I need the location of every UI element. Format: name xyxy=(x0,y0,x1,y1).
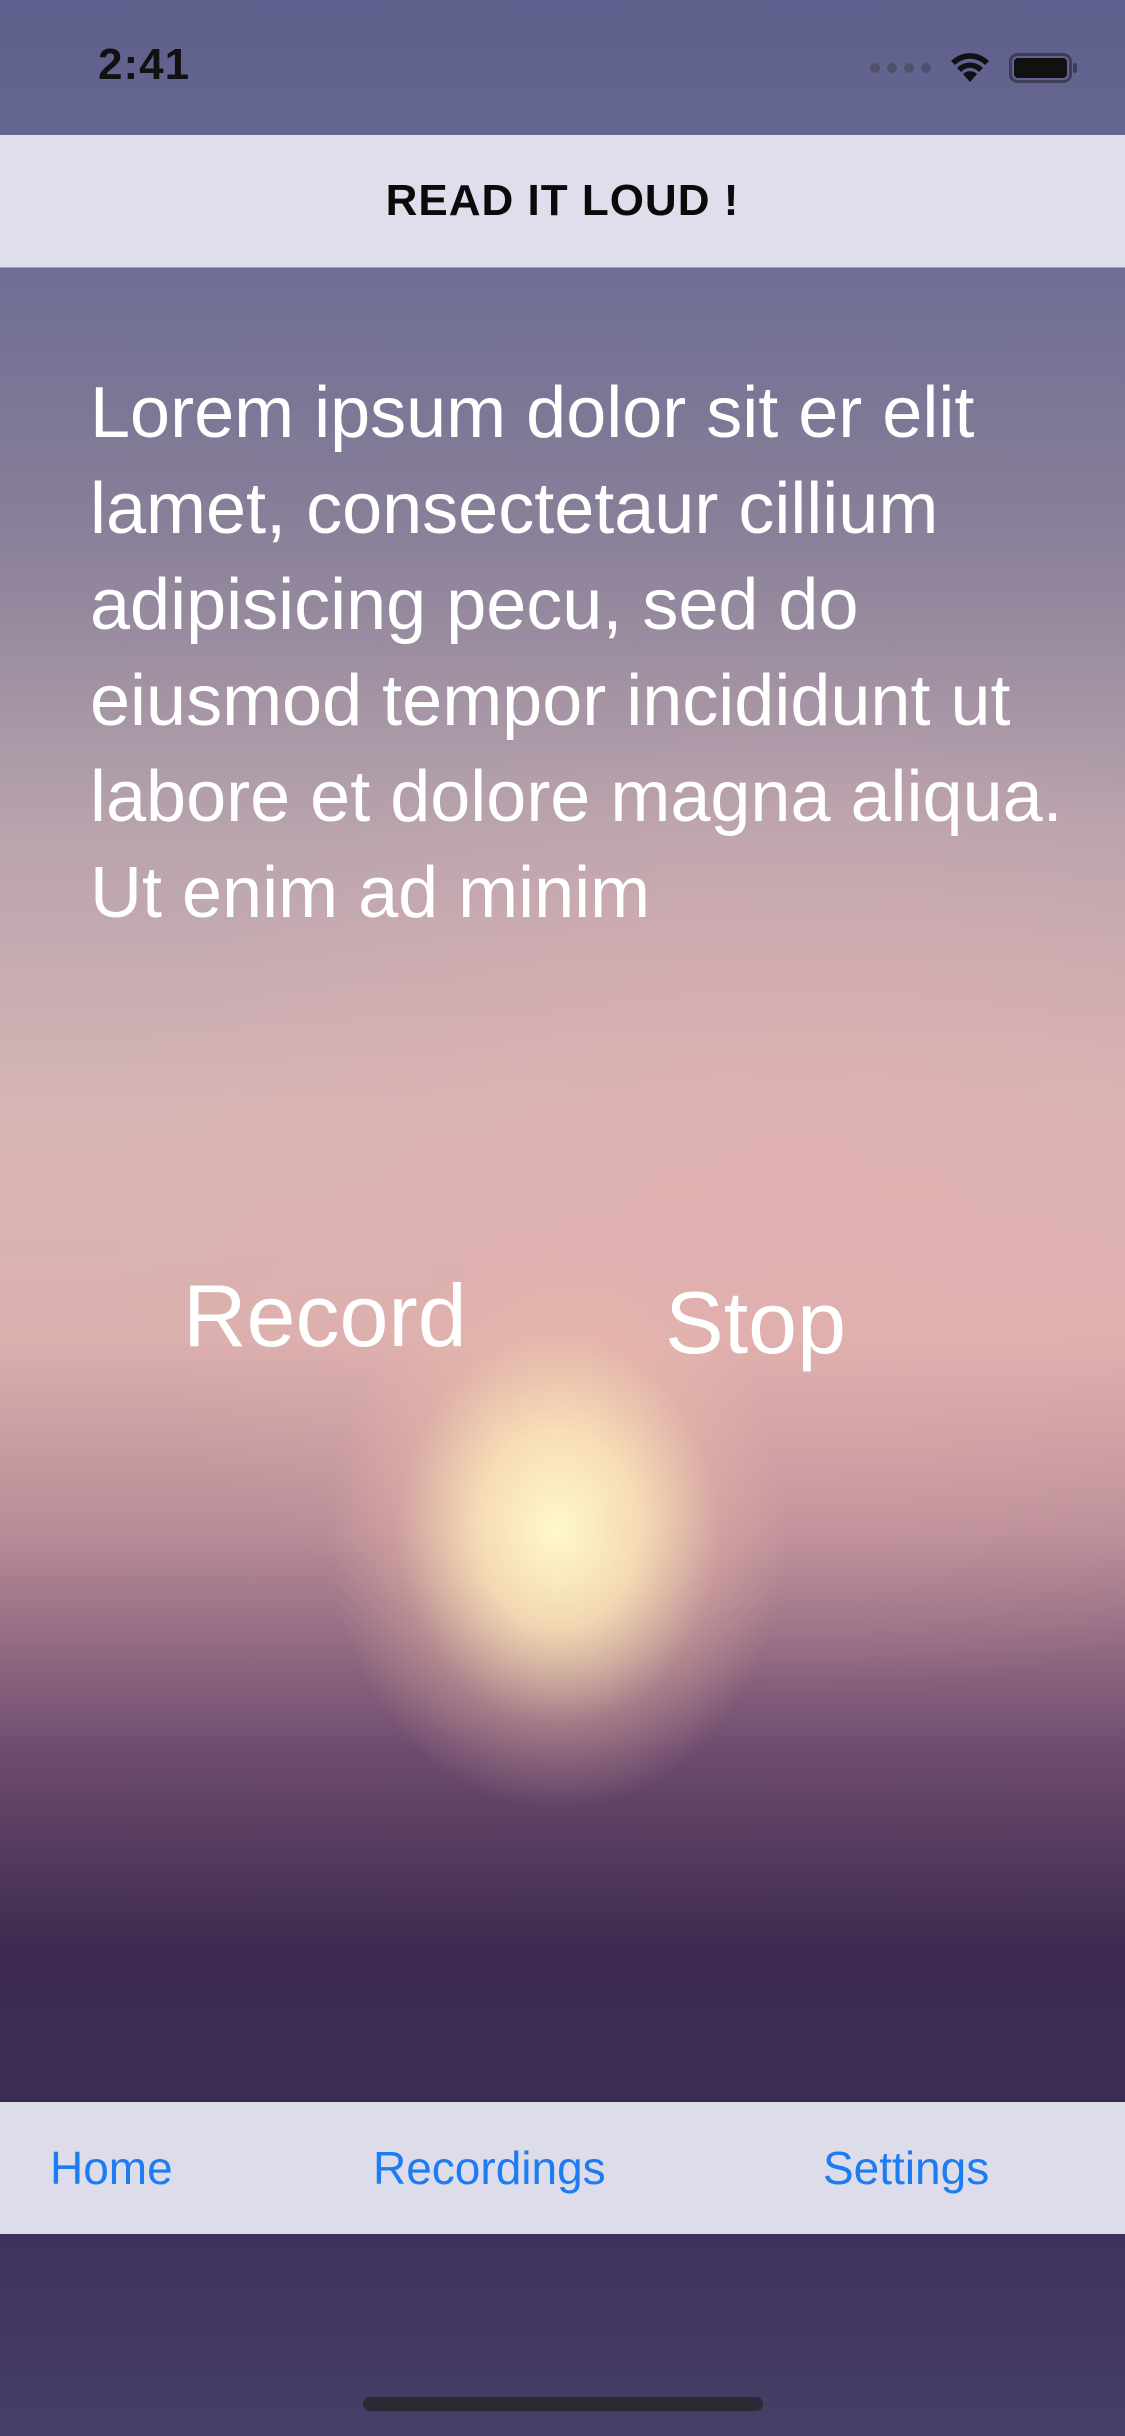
battery-icon xyxy=(1009,53,1077,83)
nav-title: READ IT LOUD ! xyxy=(385,176,740,225)
tab-bar: Home Recordings Settings xyxy=(0,2102,1125,2234)
record-button[interactable]: Record xyxy=(183,1265,467,1367)
screen: 2:41 READ IT LOUD ! Lorem ipsum dolor si… xyxy=(0,0,1125,2436)
wifi-icon xyxy=(951,53,989,82)
stop-button[interactable]: Stop xyxy=(665,1272,846,1374)
tab-home[interactable]: Home xyxy=(50,2141,173,2195)
status-bar: 2:41 xyxy=(0,0,1125,135)
status-icons xyxy=(870,52,1079,84)
home-indicator[interactable] xyxy=(363,2397,763,2411)
navigation-bar: READ IT LOUD ! xyxy=(0,135,1125,268)
reading-text: Lorem ipsum dolor sit er elit lamet, con… xyxy=(90,373,1063,933)
status-time: 2:41 xyxy=(98,40,191,89)
tab-settings[interactable]: Settings xyxy=(823,2141,989,2195)
signal-dots-icon xyxy=(870,63,931,73)
tab-recordings[interactable]: Recordings xyxy=(373,2141,606,2195)
